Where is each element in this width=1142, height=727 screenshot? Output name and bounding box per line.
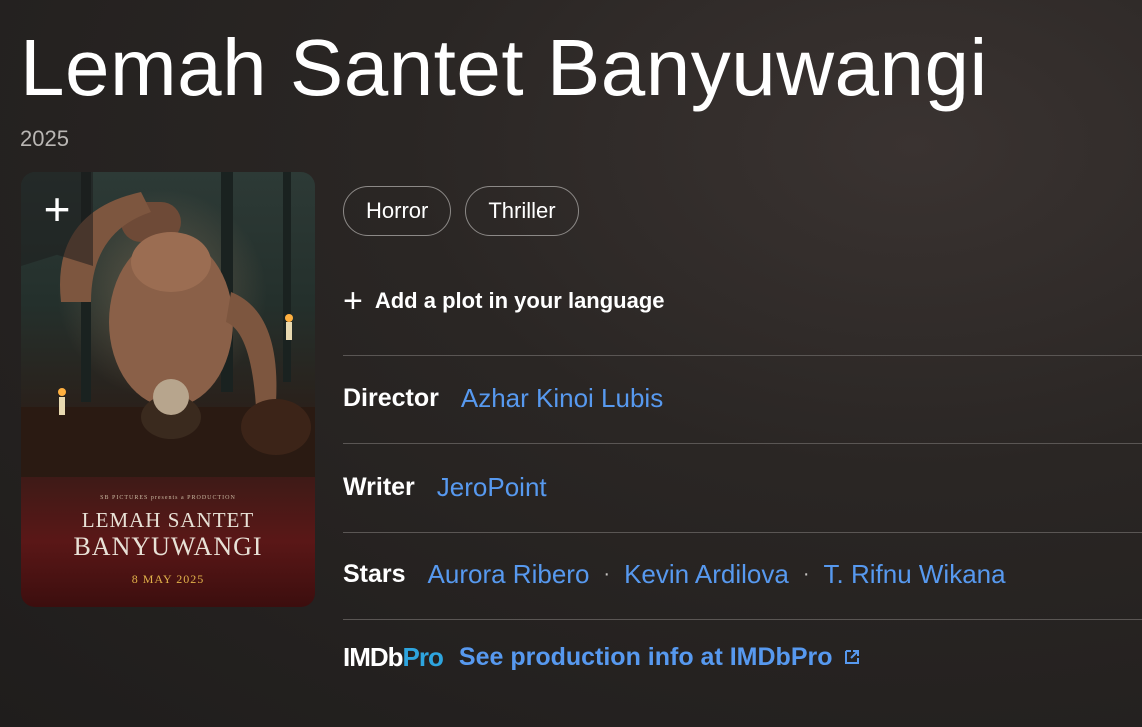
poster-title-line2: BANYUWANGI [73, 532, 263, 561]
poster-tagline: SB PICTURES presents a PRODUCTION [100, 495, 236, 501]
add-to-watchlist-button[interactable]: + [21, 172, 93, 266]
plus-icon: + [343, 282, 363, 320]
divider [343, 443, 1142, 444]
poster-release-date: 8 MAY 2025 [131, 572, 205, 586]
divider [343, 355, 1142, 356]
add-plot-label: Add a plot in your language [374, 288, 665, 313]
star-link[interactable]: Aurora Ribero [428, 559, 590, 590]
writer-link[interactable]: JeroPoint [437, 472, 547, 503]
star-link[interactable]: T. Rifnu Wikana [824, 559, 1006, 590]
external-link-icon [843, 642, 861, 673]
imdbpro-row: IMDb Pro See production info at IMDbPro [343, 642, 861, 673]
director-label: Director [343, 384, 439, 412]
writer-label: Writer [343, 473, 415, 501]
separator-dot: · [802, 563, 810, 585]
director-row: Director Azhar Kinoi Lubis [343, 383, 663, 414]
divider [343, 532, 1142, 533]
page-title: Lemah Santet Banyuwangi [20, 23, 988, 112]
poster-title-line1: LEMAH SANTET [81, 508, 255, 532]
divider [343, 619, 1142, 620]
stars-label: Stars [343, 560, 406, 588]
genre-chip[interactable]: Thriller [465, 186, 579, 236]
add-plot-link[interactable]: + Add a plot in your language [343, 284, 665, 318]
imdbpro-link[interactable]: See production info at IMDbPro [459, 643, 833, 672]
genre-chips: Horror Thriller [343, 186, 579, 236]
separator-dot: · [603, 563, 611, 585]
director-link[interactable]: Azhar Kinoi Lubis [461, 383, 663, 414]
stars-row: Stars Aurora Ribero · Kevin Ardilova · T… [343, 559, 1006, 590]
writer-row: Writer JeroPoint [343, 472, 547, 503]
imdbpro-logo: IMDb Pro [343, 642, 444, 672]
genre-chip[interactable]: Horror [343, 186, 452, 236]
star-link[interactable]: Kevin Ardilova [624, 559, 789, 590]
plus-icon: + [43, 183, 71, 235]
release-year[interactable]: 2025 [20, 126, 69, 152]
